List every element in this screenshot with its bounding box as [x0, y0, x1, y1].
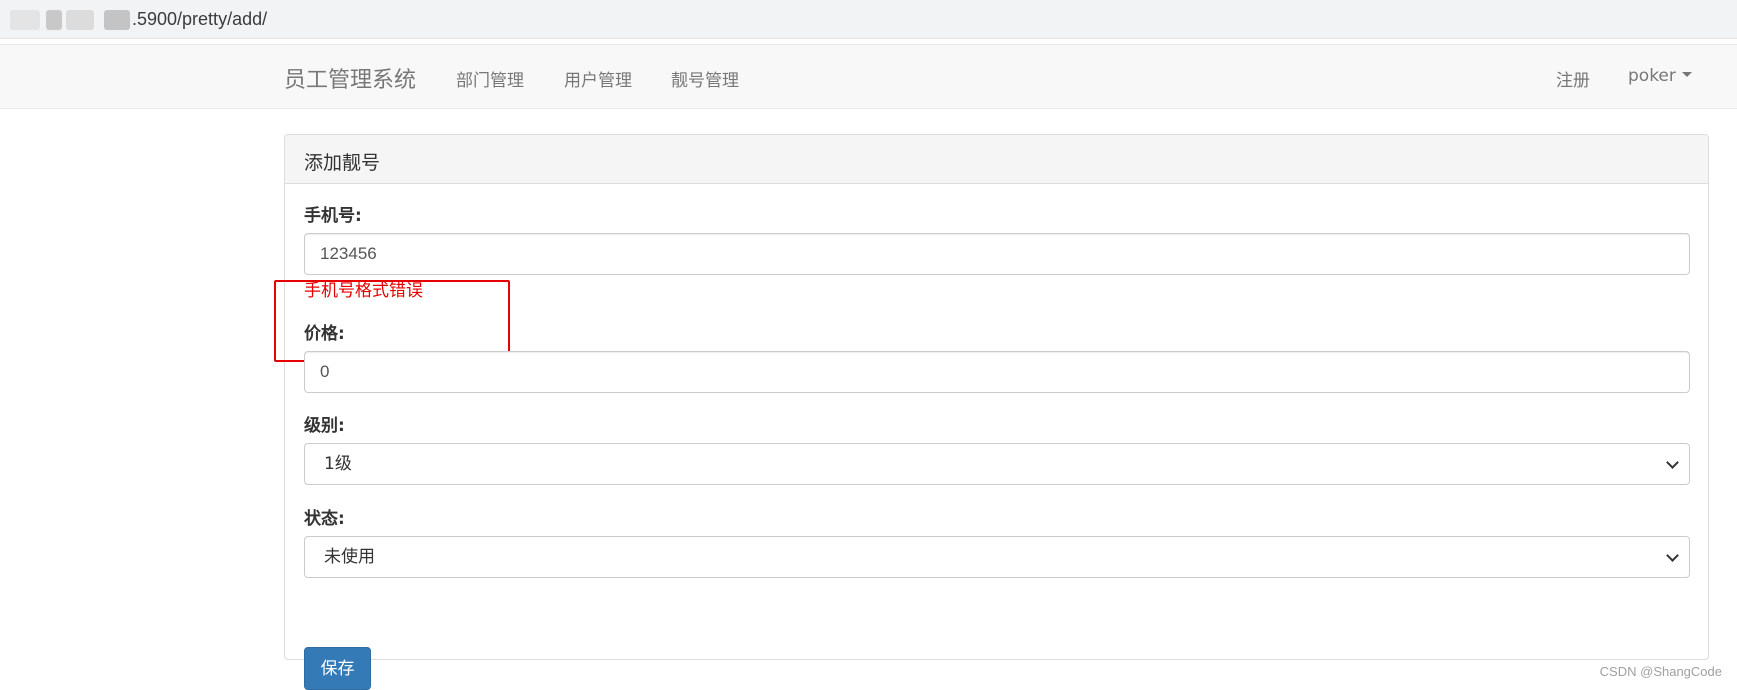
navbar: 员工管理系统 部门管理 用户管理 靓号管理 注册 poker: [0, 44, 1737, 109]
panel-title: 添加靓号: [285, 135, 1708, 184]
blurred-host: [46, 10, 62, 30]
address-url[interactable]: .5900/pretty/add/: [132, 9, 267, 30]
nav-link-department[interactable]: 部门管理: [456, 66, 524, 91]
chevron-down-icon: [1666, 456, 1679, 469]
nav-link-pretty-number[interactable]: 靓号管理: [671, 66, 739, 91]
add-pretty-panel: 添加靓号 手机号: 手机号格式错误 价格: 级别: 1级 状态: 未使用 保存: [274, 134, 1709, 690]
status-selected-value: 未使用: [324, 547, 375, 567]
price-input[interactable]: [304, 351, 1690, 393]
watermark: CSDN @ShangCode: [1599, 664, 1722, 679]
navbar-brand[interactable]: 员工管理系统: [284, 62, 416, 94]
account-name: poker: [1628, 66, 1676, 86]
caret-down-icon: [1681, 72, 1692, 77]
blurred-host: [10, 10, 40, 30]
nav-link-register[interactable]: 注册: [1556, 66, 1590, 91]
chevron-down-icon: [1666, 549, 1679, 562]
level-select[interactable]: 1级: [304, 443, 1690, 485]
blurred-host: [104, 10, 130, 30]
nav-link-user[interactable]: 用户管理: [564, 66, 632, 91]
address-bar[interactable]: .5900/pretty/add/: [0, 0, 1737, 39]
save-button[interactable]: 保存: [304, 647, 371, 690]
price-label: 价格:: [304, 324, 345, 344]
blurred-host: [66, 10, 94, 30]
mobile-input[interactable]: [304, 233, 1690, 275]
level-label: 级别:: [304, 416, 345, 436]
level-selected-value: 1级: [324, 454, 352, 474]
account-dropdown[interactable]: poker: [1628, 66, 1692, 86]
status-select[interactable]: 未使用: [304, 536, 1690, 578]
mobile-label: 手机号:: [304, 206, 362, 226]
status-label: 状态:: [304, 509, 345, 529]
